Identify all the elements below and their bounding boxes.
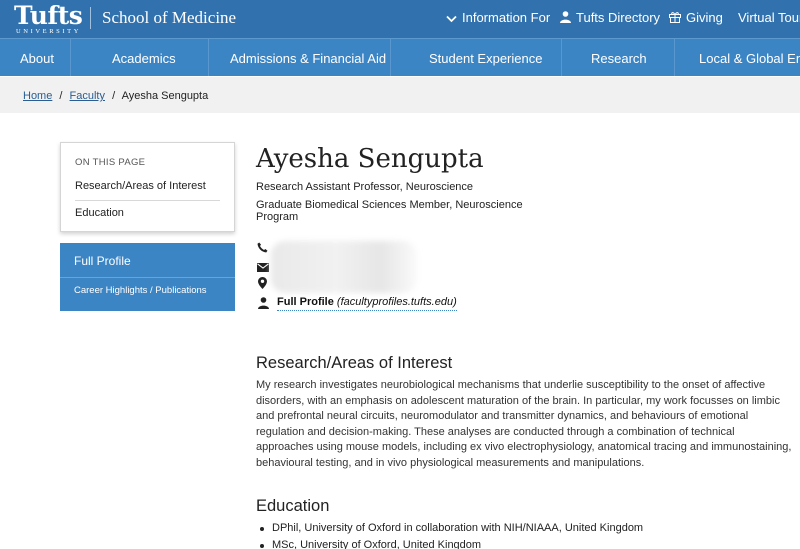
breadcrumb-home[interactable]: Home: [23, 90, 52, 102]
on-this-page-panel: ON THIS PAGE Research/Areas of Interest …: [60, 142, 235, 232]
giving-link[interactable]: Giving: [669, 10, 723, 27]
on-this-page-heading: ON THIS PAGE: [75, 157, 146, 168]
person-icon: [560, 10, 571, 27]
list-item: MSc, University of Oxford, United Kingdo…: [258, 537, 643, 549]
full-profile-link[interactable]: Full Profile (facultyprofiles.tufts.edu): [277, 296, 457, 311]
information-for-link[interactable]: Information For: [446, 10, 550, 27]
list-item: DPhil, University of Oxford in collabora…: [258, 520, 643, 537]
logo-divider: [90, 7, 91, 29]
location-pin-icon: [258, 276, 267, 294]
tufts-directory-link[interactable]: Tufts Directory: [560, 10, 660, 27]
full-profile-button[interactable]: Full Profile: [74, 254, 131, 268]
divider: [75, 200, 220, 201]
breadcrumb-separator: /: [112, 90, 116, 102]
breadcrumb-faculty[interactable]: Faculty: [70, 90, 105, 102]
nav-item-research[interactable]: Research: [591, 51, 647, 66]
main-nav: About Academics Admissions & Financial A…: [0, 38, 800, 76]
career-highlights-link[interactable]: Career Highlights / Publications: [74, 285, 207, 296]
information-for-label: Information For: [462, 10, 551, 25]
user-icon: [258, 296, 269, 314]
breadcrumb: Home / Faculty / Ayesha Sengupta: [0, 77, 800, 113]
school-name[interactable]: School of Medicine: [102, 8, 236, 28]
nav-item-academics[interactable]: Academics: [112, 51, 176, 66]
breadcrumb-separator: /: [59, 90, 63, 102]
breadcrumb-trail: Home / Faculty / Ayesha Sengupta: [23, 90, 208, 103]
page-title: Ayesha Sengupta: [256, 144, 484, 174]
full-profile-label: Full Profile: [277, 296, 334, 308]
on-this-page-link-research[interactable]: Research/Areas of Interest: [75, 180, 206, 192]
full-profile-url: (facultyprofiles.tufts.edu): [336, 296, 457, 308]
education-list: DPhil, University of Oxford in collabora…: [258, 520, 643, 549]
tufts-logo-subtext: UNIVERSITY: [16, 28, 81, 35]
envelope-icon: [257, 259, 269, 277]
on-this-page-link-education[interactable]: Education: [75, 207, 124, 219]
divider: [60, 277, 235, 278]
nav-divider: [70, 39, 71, 76]
nav-item-admissions[interactable]: Admissions & Financial Aid: [230, 51, 386, 66]
full-profile-panel: Full Profile Career Highlights / Publica…: [60, 243, 235, 311]
breadcrumb-current: Ayesha Sengupta: [121, 90, 209, 102]
nav-item-student-experience[interactable]: Student Experience: [429, 51, 542, 66]
top-bar: Tufts UNIVERSITY School of Medicine Info…: [0, 0, 800, 38]
tufts-logo[interactable]: Tufts: [14, 2, 83, 30]
redacted-contact-info: [271, 241, 417, 293]
nav-item-about[interactable]: About: [20, 51, 54, 66]
tufts-directory-label: Tufts Directory: [576, 10, 661, 25]
nav-divider: [561, 39, 562, 76]
nav-divider: [390, 39, 391, 76]
nav-item-local-global[interactable]: Local & Global Enga: [699, 51, 800, 66]
research-heading: Research/Areas of Interest: [256, 354, 453, 372]
giving-label: Giving: [686, 10, 723, 25]
education-heading: Education: [256, 497, 330, 515]
phone-icon: [257, 240, 268, 258]
chevron-down-icon: [446, 11, 457, 27]
virtual-tour-link[interactable]: Virtual Tour: [738, 10, 800, 26]
nav-divider: [208, 39, 209, 76]
secondary-title: Graduate Biomedical Sciences Member, Neu…: [256, 199, 523, 223]
nav-divider: [674, 39, 675, 76]
primary-title: Research Assistant Professor, Neuroscien…: [256, 181, 474, 193]
gift-icon: [669, 11, 681, 27]
research-text: My research investigates neurobiological…: [256, 379, 792, 469]
